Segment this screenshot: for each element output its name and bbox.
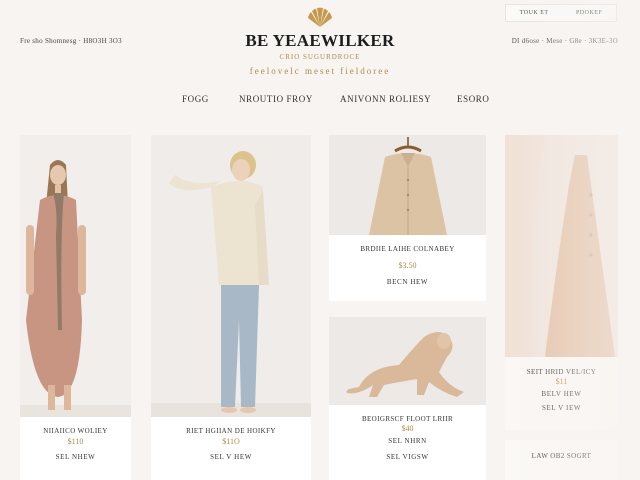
- brand-subline: CRIO SUGURDROCE: [279, 53, 361, 61]
- product-photo-2[interactable]: [151, 135, 311, 417]
- account-link-2[interactable]: PDOKEF: [576, 10, 602, 16]
- brand-name[interactable]: BE YEAEWILKER: [0, 31, 640, 51]
- product-name-5[interactable]: SEIT HRID VEL/ICY: [505, 368, 618, 376]
- product-card-5[interactable]: SEIT HRID VEL/ICY $11 BELV HEW SEL V IEW: [505, 135, 618, 430]
- quick-view-button-7[interactable]: SEL V IEW: [505, 404, 618, 412]
- brand-tagline: feelovelc meset fieldoree: [249, 66, 391, 76]
- product-card-2[interactable]: RIET HGIIAN DE HOIKFY $11O SEL V HEW: [151, 135, 311, 480]
- product-name-1[interactable]: NIIAIICO WOLIEY: [20, 427, 131, 435]
- nav-item-1[interactable]: FOGG: [182, 94, 209, 104]
- product-name-2[interactable]: RIET HGIIAN DE HOIKFY: [151, 427, 311, 435]
- nav-item-2[interactable]: NROUTIO FROY: [239, 94, 313, 104]
- account-link-1[interactable]: TOUK ET: [520, 10, 549, 16]
- product-photo-3[interactable]: [329, 135, 486, 235]
- product-card-1[interactable]: NIIAIICO WOLIEY $110 SEL NHEW: [20, 135, 131, 480]
- shell-fan-logo-icon[interactable]: [306, 6, 334, 28]
- nav-item-4[interactable]: ESORO: [457, 94, 490, 104]
- product-photo-1[interactable]: [20, 135, 131, 417]
- account-links: TOUK ET PDOKEF: [505, 4, 617, 22]
- product-price-1: $110: [67, 437, 84, 446]
- product-name-3[interactable]: BRDIIE LAIHE COLNABEY: [329, 245, 486, 253]
- product-name-4[interactable]: BEOIGRSCF FLOOT LRIIR: [329, 415, 486, 423]
- product-card-3[interactable]: BRDIIE LAIHE COLNABEY $3.50 BECN HEW: [329, 135, 486, 301]
- product-price-3: $3.50: [398, 261, 417, 270]
- product-card-6[interactable]: LAW OB2 SOGRT: [505, 440, 618, 480]
- quick-view-button-6[interactable]: BELV HEW: [505, 390, 618, 398]
- product-photo-4[interactable]: [329, 317, 486, 405]
- quick-view-button-2[interactable]: SEL V HEW: [151, 453, 311, 461]
- product-name-6[interactable]: LAW OB2 SOGRT: [505, 452, 618, 460]
- product-price-5: $11: [555, 377, 568, 386]
- product-card-4[interactable]: BEOIGRSCF FLOOT LRIIR $40 SEL NHRN SEL V…: [329, 317, 486, 480]
- quick-view-button-1[interactable]: SEL NHEW: [20, 453, 131, 461]
- nav-item-3[interactable]: ANIVONN ROLIESY: [340, 94, 431, 104]
- product-photo-5[interactable]: [505, 135, 618, 357]
- quick-view-button-3[interactable]: BECN HEW: [329, 278, 486, 286]
- quick-view-button-5[interactable]: SEL VIGSW: [329, 453, 486, 461]
- quick-view-button-4[interactable]: SEL NHRN: [329, 437, 486, 445]
- product-price-4: $40: [401, 424, 414, 433]
- product-price-2: $11O: [222, 437, 240, 446]
- storefront-page: Fre sho Shomnesg · H8O3H 3O3 DI d6ose · …: [0, 0, 640, 480]
